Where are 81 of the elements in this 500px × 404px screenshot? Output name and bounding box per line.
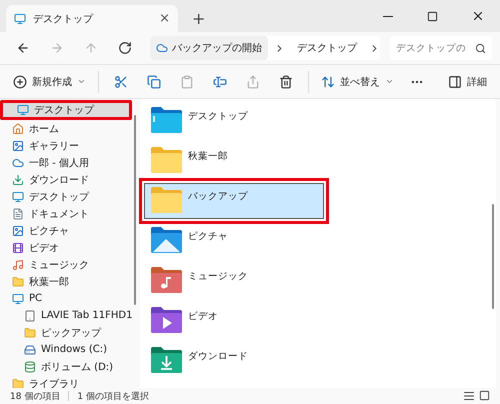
scissors-icon (114, 74, 128, 88)
arrow-icon (50, 41, 64, 55)
home-icon (12, 122, 24, 134)
sidebar-item[interactable]: ギャラリー (0, 137, 132, 154)
cloud-icon (12, 156, 24, 168)
monitor-icon (14, 12, 26, 24)
sidebar-item[interactable]: ボリューム (D:) (0, 358, 132, 375)
sidebar-item[interactable]: Windows (C:) (0, 341, 132, 358)
sidebar-item[interactable]: ダウンロード (0, 171, 132, 188)
sort-button[interactable]: 並べ替え (316, 68, 399, 94)
folder-item[interactable]: ミュージック (144, 263, 324, 299)
breadcrumb-item[interactable]: バックアップの開始 (150, 36, 268, 60)
video-folder-icon (151, 307, 182, 333)
search-input[interactable]: デスクトップの (396, 42, 475, 54)
monitor-icon (12, 190, 24, 202)
folder-icon (12, 276, 24, 288)
film-icon (12, 242, 24, 254)
breadcrumb-item[interactable]: デスクトップ (291, 36, 363, 60)
folder-icon (151, 187, 182, 213)
folder-icon (24, 326, 36, 338)
sidebar-item[interactable]: ピックアップ (0, 324, 132, 341)
folder-item[interactable]: ダウンロード (144, 343, 324, 379)
download-icon (12, 174, 24, 186)
tile-view-icon[interactable] (479, 390, 490, 401)
sidebar-item[interactable]: ライブラリ (0, 375, 132, 388)
details-button[interactable]: 詳細 (443, 68, 492, 94)
folder-item[interactable]: 秋葉一郎 (144, 143, 324, 179)
trash-icon (279, 74, 293, 88)
image-icon (12, 140, 24, 152)
drive-icon (24, 360, 36, 372)
sidebar-item[interactable]: LAVIE Tab 11FHD1 (0, 307, 132, 324)
panel-icon (448, 74, 462, 88)
sort-icon (321, 74, 335, 88)
share-icon (246, 74, 260, 88)
copy-icon (147, 74, 161, 88)
image-icon (12, 224, 24, 236)
sidebar-item[interactable]: 秋葉一郎 (0, 273, 132, 290)
scrollbar[interactable] (492, 204, 494, 309)
item-count: 18 個の項目 (10, 390, 60, 402)
arrow-icon (84, 41, 98, 55)
clipboard-icon (180, 74, 194, 88)
sidebar-item[interactable]: 一郎 - 個人用 (0, 154, 132, 171)
window-tab[interactable]: デスクトップ × (6, 5, 178, 32)
cloud-icon (156, 42, 168, 54)
scrollbar[interactable] (134, 115, 136, 305)
folder-item[interactable]: ピクチャ (144, 223, 324, 259)
search-field[interactable]: デスクトップの (390, 36, 492, 60)
tablet-icon (24, 310, 36, 322)
list-view-icon[interactable] (463, 390, 475, 402)
monitor-icon (12, 292, 24, 304)
refresh-icon (118, 41, 132, 55)
folder-item[interactable]: ビデオ (144, 303, 324, 339)
pictures-folder-icon (151, 227, 182, 253)
plus-circle-icon (13, 74, 27, 88)
new-tab-button[interactable]: + (188, 9, 210, 28)
selection-count: 1 個の項目を選択 (77, 390, 149, 402)
rename-icon (213, 74, 227, 88)
sidebar-item[interactable]: ピクチャ (0, 222, 132, 239)
sidebar-item[interactable]: ビデオ (0, 239, 132, 256)
sidebar-item[interactable]: ミュージック (0, 256, 132, 273)
sidebar-item[interactable]: デスクトップ (0, 188, 132, 205)
sidebar-item[interactable]: PC (0, 290, 132, 307)
download-folder-icon (151, 347, 182, 373)
folder-icon (151, 147, 182, 173)
sidebar-item[interactable]: ホーム (0, 120, 132, 137)
folder-icon (12, 378, 24, 388)
maximize-icon (427, 10, 438, 22)
music-icon (12, 258, 24, 270)
document-icon (12, 208, 24, 220)
desktop-folder-icon (151, 107, 182, 133)
music-folder-icon (151, 267, 182, 293)
folder-item[interactable]: デスクトップ (144, 103, 324, 139)
search-icon (475, 42, 486, 54)
tab-close-button[interactable]: × (159, 12, 170, 25)
monitor-icon (17, 104, 29, 116)
chevron-icon (77, 77, 86, 86)
new-button[interactable]: 新規作成 (8, 68, 91, 94)
sidebar-item[interactable]: デスクトップ (0, 100, 132, 120)
sidebar-item[interactable]: ドキュメント (0, 205, 132, 222)
drive-icon (24, 344, 36, 356)
chevron-icon (385, 77, 394, 86)
